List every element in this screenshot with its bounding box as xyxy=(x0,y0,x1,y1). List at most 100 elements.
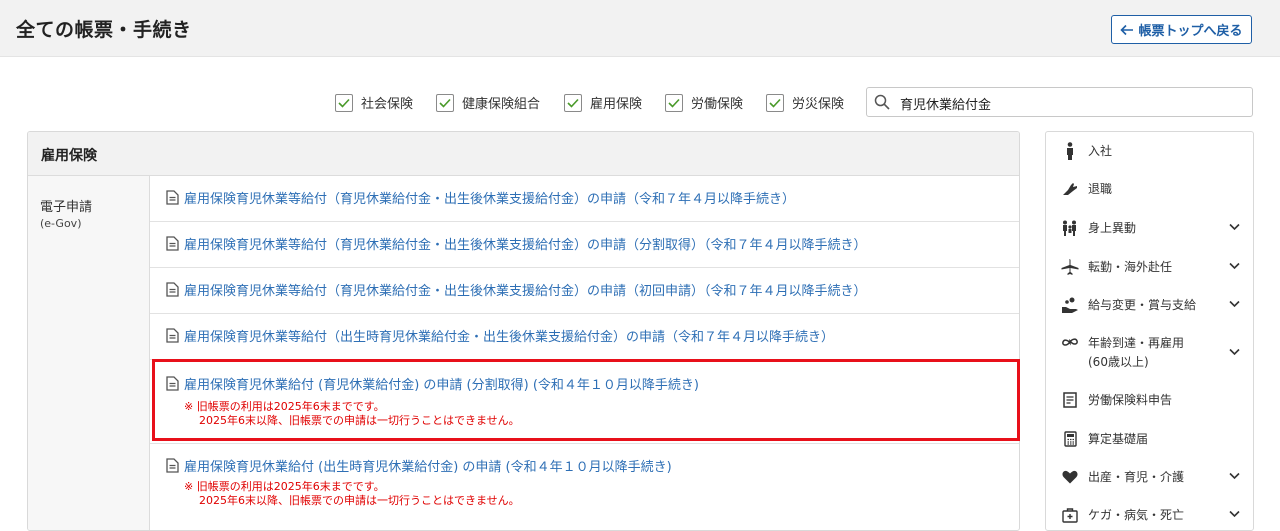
page-title: 全ての帳票・手続き xyxy=(16,19,192,41)
checkbox[interactable] xyxy=(766,93,784,112)
sidebar-item-label: ケガ・病気・死亡 xyxy=(1088,508,1185,522)
sidebar-item-label: 身上異動 xyxy=(1088,221,1137,235)
chevron-down-icon xyxy=(1229,348,1240,356)
form-link[interactable]: 雇用保険育児休業給付 (育児休業給付金) の申請 (分割取得) (令和４年１０月… xyxy=(166,374,699,393)
filter-kenko-hoken-kumiai[interactable]: 健康保険組合 xyxy=(436,93,540,112)
sidebar-item-label: 算定基礎届 xyxy=(1088,432,1149,446)
form-link[interactable]: 雇用保険育児休業等給付（育児休業給付金・出生後休業支援給付金）の申請（分割取得）… xyxy=(166,234,867,253)
list-item: 雇用保険育児休業給付 (育児休業給付金) の申請 (分割取得) (令和４年１０月… xyxy=(150,360,1019,444)
checkbox[interactable] xyxy=(436,93,454,112)
document-icon xyxy=(166,458,179,473)
deprecation-warning-detail: 2025年6末以降、旧帳票での申請は一切行うことはできません。 xyxy=(199,494,520,507)
sidebar-item-taishoku[interactable]: 退職 xyxy=(1046,180,1253,218)
sidebar-item-nyusha[interactable]: 入社 xyxy=(1046,142,1253,180)
check-icon xyxy=(338,98,350,108)
back-to-forms-top-button[interactable]: 帳票トップへ戻る xyxy=(1111,15,1252,44)
sidebar-item-label: 出産・育児・介護 xyxy=(1088,470,1185,484)
document-icon xyxy=(166,328,179,343)
document-icon xyxy=(166,236,179,251)
form-link[interactable]: 雇用保険育児休業等給付（出生時育児休業給付金・出生後休業支援給付金）の申請（令和… xyxy=(166,326,834,345)
arrow-left-icon xyxy=(1120,24,1134,35)
filter-rosai-hoken[interactable]: 労災保険 xyxy=(766,93,844,112)
chevron-down-icon xyxy=(1229,300,1240,308)
check-icon xyxy=(769,98,781,108)
sidebar-item-nenrei-toutatsu[interactable]: 年齢到達・再雇用 (60歳以上) xyxy=(1046,334,1253,392)
chevron-down-icon xyxy=(1229,510,1240,518)
filter-label: 雇用保険 xyxy=(590,97,643,112)
sidebar-item-kyuyo-henko[interactable]: 給与変更・賞与支給 xyxy=(1046,296,1253,334)
category-sidebar: 入社 退職 身上異動 転勤・海外赴任 給与変更・賞与支給 年齢到達・再雇用 (6… xyxy=(1045,131,1254,531)
sidebar-item-label: 転勤・海外赴任 xyxy=(1088,260,1173,274)
form-link-label: 雇用保険育児休業給付 (出生時育児休業給付金) の申請 (令和４年１０月以降手続… xyxy=(184,460,672,475)
panel-title: 雇用保険 xyxy=(28,132,1019,176)
check-icon xyxy=(668,98,680,108)
list-item: 雇用保険育児休業給付 (出生時育児休業給付金) の申請 (令和４年１０月以降手続… xyxy=(150,444,1019,530)
sidebar-item-label: 入社 xyxy=(1088,144,1113,158)
list-item: 雇用保険育児休業等給付（育児休業給付金・出生後休業支援給付金）の申請（初回申請）… xyxy=(150,268,1019,314)
form-link-label: 雇用保険育児休業給付 (育児休業給付金) の申請 (分割取得) (令和４年１０月… xyxy=(184,378,699,393)
category-label: 電子申請 xyxy=(40,200,93,215)
document-icon xyxy=(166,282,179,297)
sidebar-item-label: 労働保険料申告 xyxy=(1088,393,1173,407)
document-icon xyxy=(1061,391,1079,409)
sidebar-item-label: 退職 xyxy=(1088,182,1113,196)
airplane-icon xyxy=(1061,258,1079,276)
category-column: 電子申請 (e-Gov) xyxy=(28,176,150,530)
heart-icon xyxy=(1061,468,1079,486)
check-icon xyxy=(567,98,579,108)
sidebar-item-label: 年齢到達・再雇用 xyxy=(1088,336,1185,350)
chevron-down-icon xyxy=(1229,472,1240,480)
sidebar-item-label: 給与変更・賞与支給 xyxy=(1088,298,1197,312)
sidebar-item-sublabel: (60歳以上) xyxy=(1088,355,1149,369)
calculator-icon xyxy=(1061,430,1079,448)
search-value: 育児休業給付金 xyxy=(900,98,992,113)
document-icon xyxy=(166,190,179,205)
filter-shakai-hoken[interactable]: 社会保険 xyxy=(335,93,413,112)
sidebar-item-kega-byoki[interactable]: ケガ・病気・死亡 xyxy=(1046,506,1253,530)
checkbox[interactable] xyxy=(665,93,683,112)
document-icon xyxy=(166,376,179,391)
money-hand-icon xyxy=(1061,296,1079,314)
checkbox[interactable] xyxy=(564,93,582,112)
wave-hand-icon xyxy=(1061,180,1079,198)
filter-rodo-hoken[interactable]: 労働保険 xyxy=(665,93,743,112)
list-item: 雇用保険育児休業等給付（育児休業給付金・出生後休業支援給付金）の申請（令和７年４… xyxy=(150,176,1019,222)
form-link[interactable]: 雇用保険育児休業等給付（育児休業給付金・出生後休業支援給付金）の申請（令和７年４… xyxy=(166,188,795,207)
filter-koyo-hoken[interactable]: 雇用保険 xyxy=(564,93,642,112)
deprecation-warning: ※ 旧帳票の利用は2025年6末までです。 xyxy=(184,400,385,413)
list-item: 雇用保険育児休業等給付（出生時育児休業給付金・出生後休業支援給付金）の申請（令和… xyxy=(150,314,1019,360)
chevron-down-icon xyxy=(1229,223,1240,231)
form-link-label: 雇用保険育児休業等給付（育児休業給付金・出生後休業支援給付金）の申請（分割取得）… xyxy=(184,238,867,253)
person-icon xyxy=(1061,142,1079,160)
checkbox[interactable] xyxy=(335,93,353,112)
form-link[interactable]: 雇用保険育児休業給付 (出生時育児休業給付金) の申請 (令和４年１０月以降手続… xyxy=(166,456,672,475)
form-link-label: 雇用保険育児休業等給付（育児休業給付金・出生後休業支援給付金）の申請（初回申請）… xyxy=(184,284,867,299)
form-list-panel: 雇用保険 電子申請 (e-Gov) 雇用保険育児休業等給付（育児休業給付金・出生… xyxy=(27,131,1020,531)
filter-bar: 社会保険 健康保険組合 雇用保険 労働保険 労災保険 育児休業給付金 xyxy=(0,87,1280,117)
page-header: 全ての帳票・手続き 帳票トップへ戻る xyxy=(0,0,1280,57)
sidebar-item-rodo-hokenryo[interactable]: 労働保険料申告 xyxy=(1046,391,1253,429)
deprecation-warning: ※ 旧帳票の利用は2025年6末までです。 xyxy=(184,480,385,493)
form-link-label: 雇用保険育児休業等給付（出生時育児休業給付金・出生後休業支援給付金）の申請（令和… xyxy=(184,330,835,345)
search-icon xyxy=(874,94,890,110)
form-link-label: 雇用保険育児休業等給付（育児休業給付金・出生後休業支援給付金）の申請（令和７年４… xyxy=(184,192,796,207)
sidebar-item-santei-kiso[interactable]: 算定基礎届 xyxy=(1046,430,1253,468)
filter-label: 社会保険 xyxy=(361,97,414,112)
family-icon xyxy=(1061,219,1079,237)
medical-kit-icon xyxy=(1061,506,1079,524)
deprecation-warning-detail: 2025年6末以降、旧帳票での申請は一切行うことはできません。 xyxy=(199,414,520,427)
chevron-down-icon xyxy=(1229,262,1240,270)
filter-label: 労災保険 xyxy=(792,97,845,112)
back-button-label: 帳票トップへ戻る xyxy=(1138,24,1243,39)
list-item: 雇用保険育児休業等給付（育児休業給付金・出生後休業支援給付金）の申請（分割取得）… xyxy=(150,222,1019,268)
sidebar-item-tenkin[interactable]: 転勤・海外赴任 xyxy=(1046,258,1253,296)
filter-label: 労働保険 xyxy=(691,97,744,112)
infinity-icon xyxy=(1061,334,1079,352)
sidebar-item-shinjo-ido[interactable]: 身上異動 xyxy=(1046,219,1253,257)
search-input[interactable]: 育児休業給付金 xyxy=(866,87,1253,117)
form-link[interactable]: 雇用保険育児休業等給付（育児休業給付金・出生後休業支援給付金）の申請（初回申請）… xyxy=(166,280,867,299)
filter-label: 健康保険組合 xyxy=(462,97,541,112)
check-icon xyxy=(439,98,451,108)
sidebar-item-shussan-ikuji[interactable]: 出産・育児・介護 xyxy=(1046,468,1253,506)
category-sublabel: (e-Gov) xyxy=(40,217,82,230)
